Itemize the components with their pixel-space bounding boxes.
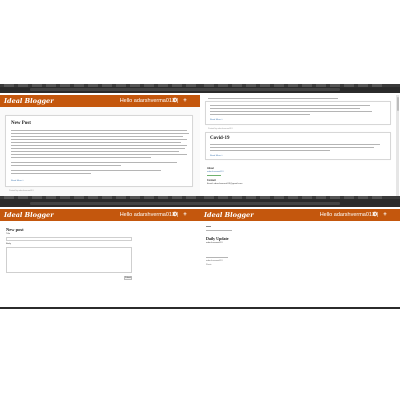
post-title[interactable]: Covid-19 <box>210 136 229 141</box>
daily-update-sub: adarshverma013 <box>206 242 223 244</box>
footer-text: Posts <box>206 264 212 266</box>
brand-logo[interactable]: Ideal Blogger <box>204 211 254 219</box>
post-text-line <box>210 144 380 145</box>
contact-heading: Contact <box>207 179 216 182</box>
scrollbar[interactable] <box>396 95 399 196</box>
footer-text: adarshverma013 <box>206 260 223 262</box>
contact-email[interactable]: Email: adarshverma013@gmail.com <box>207 183 242 185</box>
screen-collage: Ideal Blogger Hello adarshverma013 | ⚙ +… <box>0 0 400 400</box>
tab-strip[interactable] <box>0 196 400 199</box>
post-meta: Posted by adarshverma013 <box>208 128 233 130</box>
title-input[interactable] <box>6 237 132 241</box>
brand-logo[interactable]: Ideal Blogger <box>4 97 54 105</box>
tab-strip[interactable] <box>0 84 400 87</box>
about-line <box>207 175 221 176</box>
post-text-line <box>11 154 187 155</box>
text-line <box>206 230 232 231</box>
app-header-bottom-left: Ideal Blogger Hello adarshverma013 | ⚙ + <box>0 209 200 221</box>
pane-top-left: New Post Read More » Posted by adarshver… <box>0 107 200 196</box>
plus-icon[interactable]: + <box>182 98 188 104</box>
plus-icon[interactable]: + <box>182 212 188 218</box>
post-card: Read More » <box>205 101 391 125</box>
text-line <box>206 257 228 258</box>
post-card: Covid-19 Read More » <box>205 132 391 160</box>
post-text-line <box>11 142 181 143</box>
browser-chrome-top <box>0 84 400 93</box>
address-bar[interactable] <box>30 88 340 91</box>
post-meta: Posted by adarshverma013 <box>9 190 34 192</box>
taskbar[interactable] <box>0 307 400 309</box>
submit-button[interactable]: Submit <box>124 276 132 280</box>
post-text-line <box>208 98 338 99</box>
post-text-line <box>11 130 187 131</box>
about-link[interactable]: adarshverma013 <box>207 171 223 173</box>
read-more-link[interactable]: Read More » <box>210 119 223 121</box>
greeting-text[interactable]: Hello adarshverma013 | <box>120 212 178 218</box>
body-textarea[interactable] <box>6 247 132 273</box>
post-text-line <box>11 133 189 134</box>
post-text-line <box>210 108 360 109</box>
daily-update-heading: Daily Update <box>206 236 229 241</box>
app-header-bottom-right: Ideal Blogger Hello adarshverma013 | ⚙ + <box>200 209 400 221</box>
gear-icon[interactable]: ⚙ <box>172 98 178 104</box>
post-text-line <box>11 151 179 152</box>
browser-chrome-bottom <box>0 196 400 207</box>
greeting-text[interactable]: Hello adarshverma013 | <box>120 98 178 104</box>
pane-bottom-right: Daily Update adarshverma013 adarshverma0… <box>200 221 400 307</box>
post-card: New Post Read More » <box>5 115 193 187</box>
post-text-line <box>210 147 374 148</box>
address-bar[interactable] <box>30 202 340 205</box>
form-title: New post <box>6 227 24 232</box>
app-header-top-left: Ideal Blogger Hello adarshverma013 | ⚙ + <box>0 95 200 107</box>
pane-top-right: Read More » Posted by adarshverma013 Cov… <box>200 95 400 196</box>
gear-icon[interactable]: ⚙ <box>172 212 178 218</box>
post-text-line <box>11 173 91 174</box>
post-text-line <box>210 114 310 115</box>
post-title[interactable]: New Post <box>11 121 31 126</box>
post-text-line <box>11 136 183 137</box>
post-text-line <box>11 157 151 158</box>
about-heading: About <box>207 167 214 170</box>
plus-icon[interactable]: + <box>382 212 388 218</box>
title-label: Title <box>6 233 11 235</box>
pane-bottom-left: New post Title Body Submit <box>0 221 200 307</box>
post-text-line <box>210 150 330 151</box>
post-text-line <box>11 170 161 171</box>
read-more-link[interactable]: Read More » <box>210 155 223 157</box>
post-text-line <box>210 111 372 112</box>
post-text-line <box>11 139 187 140</box>
brand-logo[interactable]: Ideal Blogger <box>4 211 54 219</box>
post-text-line <box>11 148 185 149</box>
post-text-line <box>11 165 121 166</box>
greeting-text[interactable]: Hello adarshverma013 | <box>320 212 378 218</box>
text-line <box>206 226 211 227</box>
body-label: Body <box>6 243 11 245</box>
post-text-line <box>11 162 177 163</box>
post-text-line <box>210 105 370 106</box>
gear-icon[interactable]: ⚙ <box>372 212 378 218</box>
post-text-line <box>11 145 187 146</box>
read-more-link[interactable]: Read More » <box>11 180 24 182</box>
